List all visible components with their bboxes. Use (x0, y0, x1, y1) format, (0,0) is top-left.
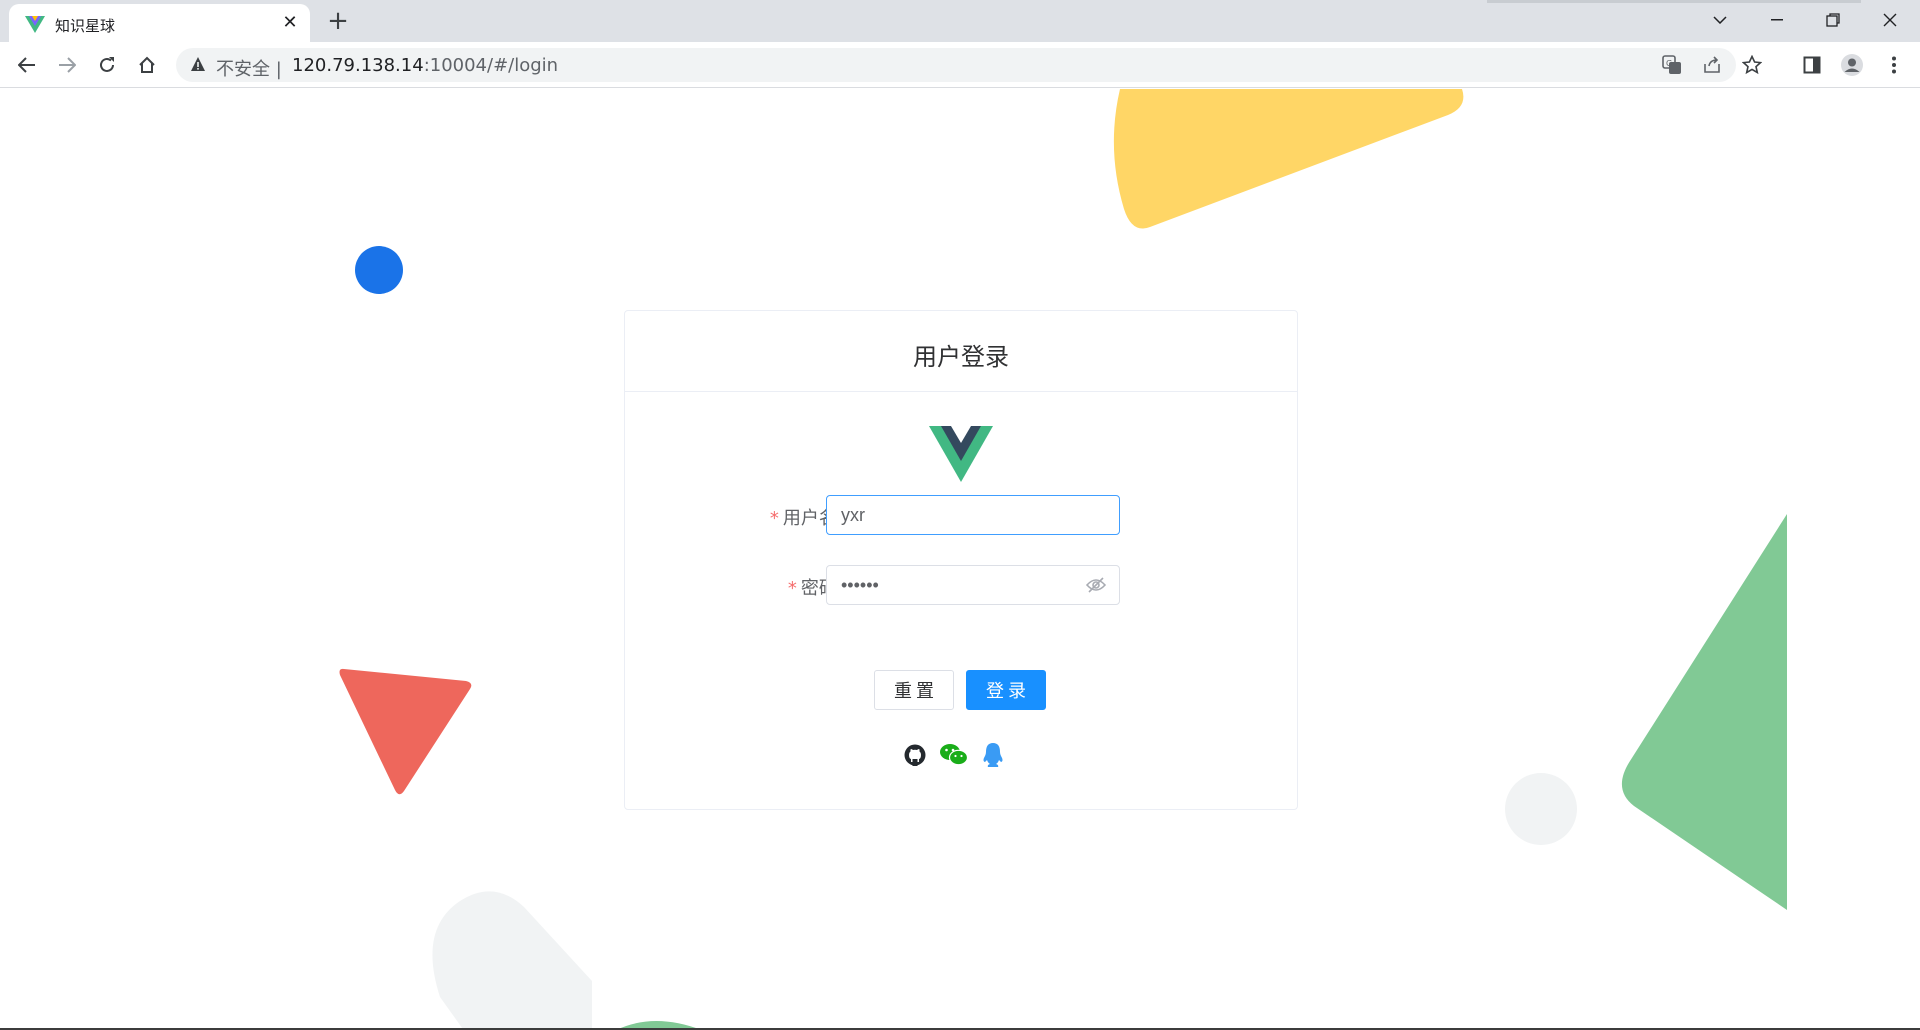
close-window-icon[interactable] (1870, 4, 1910, 36)
github-icon[interactable] (901, 741, 929, 769)
translate-icon[interactable]: G (1660, 53, 1684, 77)
vue-logo-icon (929, 426, 993, 482)
password-input[interactable] (826, 565, 1120, 605)
reload-icon[interactable] (93, 51, 121, 79)
new-tab-button[interactable]: + (324, 7, 352, 35)
tab-search-chevron-icon[interactable] (1700, 4, 1740, 36)
gray-circle-decoration (1505, 773, 1577, 845)
required-asterisk: * (769, 508, 779, 529)
login-card: 用户登录 *用户名: *密码: 重置 登录 (624, 310, 1298, 810)
vue-favicon-icon (25, 16, 45, 33)
url-path: :10004/#/login (423, 55, 559, 76)
side-panel-icon[interactable] (1798, 51, 1826, 79)
eye-hidden-icon[interactable] (1085, 575, 1107, 595)
yellow-shape-decoration (1113, 89, 1464, 229)
url-text: 120.79.138.14:10004/#/login (292, 55, 558, 76)
tab-title: 知识星球 (55, 17, 116, 35)
svg-text:G: G (1666, 59, 1672, 68)
button-row: 重置 登录 (625, 670, 1299, 710)
browser-tab-active[interactable]: 知识星球 ✕ (9, 4, 310, 42)
share-icon[interactable] (1700, 53, 1724, 77)
minimize-icon[interactable] (1757, 4, 1797, 36)
url-host: 120.79.138.14 (292, 55, 424, 76)
warning-icon (191, 57, 205, 71)
username-input[interactable] (826, 495, 1120, 535)
gray-pill-decoration (432, 891, 592, 1030)
reset-button[interactable]: 重置 (874, 670, 954, 710)
browser-menu-icon[interactable] (1880, 51, 1908, 79)
profile-avatar-icon[interactable] (1838, 51, 1866, 79)
password-row: * 密码: (625, 565, 1299, 605)
qq-icon[interactable] (979, 741, 1007, 769)
required-asterisk: * (787, 578, 797, 599)
back-arrow-icon[interactable] (13, 51, 41, 79)
browser-tab-bar: 知识星球 ✕ + (0, 0, 1920, 42)
social-login-row (625, 741, 1299, 769)
insecure-label: 不安全 | (216, 59, 282, 80)
restore-icon[interactable] (1813, 4, 1853, 36)
home-icon[interactable] (133, 51, 161, 79)
wechat-icon[interactable] (938, 741, 970, 769)
browser-toolbar: 不安全 | 120.79.138.14:10004/#/login G (0, 42, 1920, 88)
login-page: 用户登录 *用户名: *密码: 重置 登录 (0, 89, 1920, 1030)
tab-close-icon[interactable]: ✕ (279, 12, 301, 34)
login-button[interactable]: 登录 (966, 670, 1046, 710)
tab-strip-accent (1487, 0, 1861, 3)
green-triangle-decoration (1621, 514, 1787, 910)
card-header: 用户登录 (625, 311, 1297, 392)
forward-arrow-icon[interactable] (53, 51, 81, 79)
username-row: * 用户名: (625, 495, 1299, 535)
blue-circle-decoration (355, 246, 403, 294)
address-bar[interactable]: 不安全 | 120.79.138.14:10004/#/login G (176, 48, 1762, 82)
bookmark-star-icon[interactable] (1740, 53, 1764, 77)
red-triangle-decoration (339, 668, 472, 795)
login-title: 用户登录 (913, 343, 1009, 371)
